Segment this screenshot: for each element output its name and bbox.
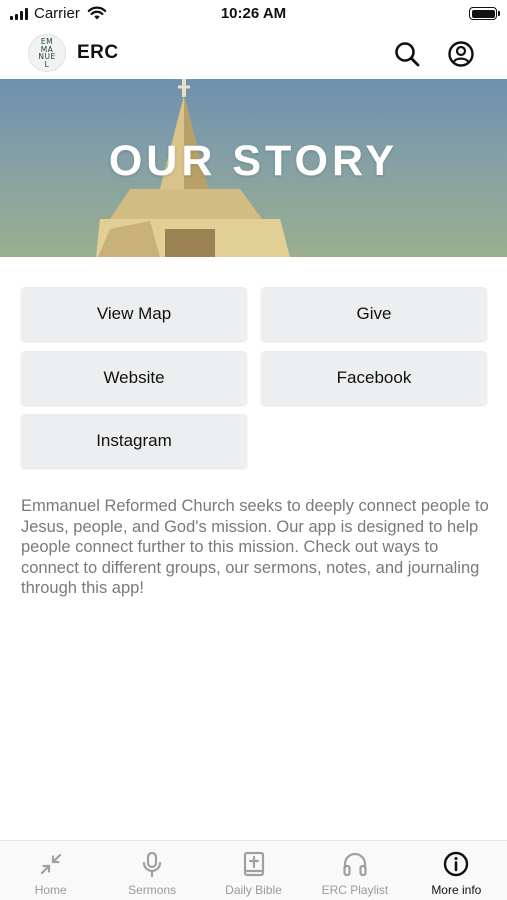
battery-icon <box>469 7 500 20</box>
search-icon[interactable] <box>393 40 421 68</box>
status-bar: Carrier 10:26 AM <box>0 0 507 28</box>
account-icon[interactable] <box>447 40 475 68</box>
hero-banner: OUR STORY <box>0 79 507 257</box>
instagram-button[interactable]: Instagram <box>21 414 247 468</box>
tab-label: Daily Bible <box>225 883 282 897</box>
logo-text: EMMANUEL <box>38 37 56 69</box>
hero-title: OUR STORY <box>108 137 399 185</box>
tab-sermons[interactable]: Sermons <box>101 841 202 900</box>
tab-home[interactable]: Home <box>0 841 101 900</box>
bottom-tab-bar: Home Sermons Daily Bible ERC Playlist Mo… <box>0 840 507 900</box>
tab-label: More info <box>431 883 482 897</box>
app-title: ERC <box>77 42 119 63</box>
tab-daily-bible[interactable]: Daily Bible <box>203 841 304 900</box>
facebook-button[interactable]: Facebook <box>261 351 487 405</box>
clock: 10:26 AM <box>220 5 287 22</box>
bible-icon <box>243 851 264 877</box>
tab-more-info[interactable]: More info <box>406 841 507 900</box>
headphones-icon <box>343 852 367 877</box>
app-header: EMMANUEL ERC <box>0 30 507 78</box>
tab-erc-playlist[interactable]: ERC Playlist <box>304 841 405 900</box>
church-description: Emmanuel Reformed Church seeks to deeply… <box>21 497 489 597</box>
tab-label: ERC Playlist <box>321 883 389 897</box>
website-button[interactable]: Website <box>21 351 247 405</box>
collapse-arrows-icon <box>40 853 61 875</box>
tab-label: Home <box>34 883 67 897</box>
view-map-button[interactable]: View Map <box>21 287 247 341</box>
give-button[interactable]: Give <box>261 287 487 341</box>
church-logo[interactable]: EMMANUEL <box>28 34 66 72</box>
tab-label: Sermons <box>128 883 177 897</box>
info-icon <box>444 851 469 877</box>
microphone-icon <box>143 851 162 878</box>
